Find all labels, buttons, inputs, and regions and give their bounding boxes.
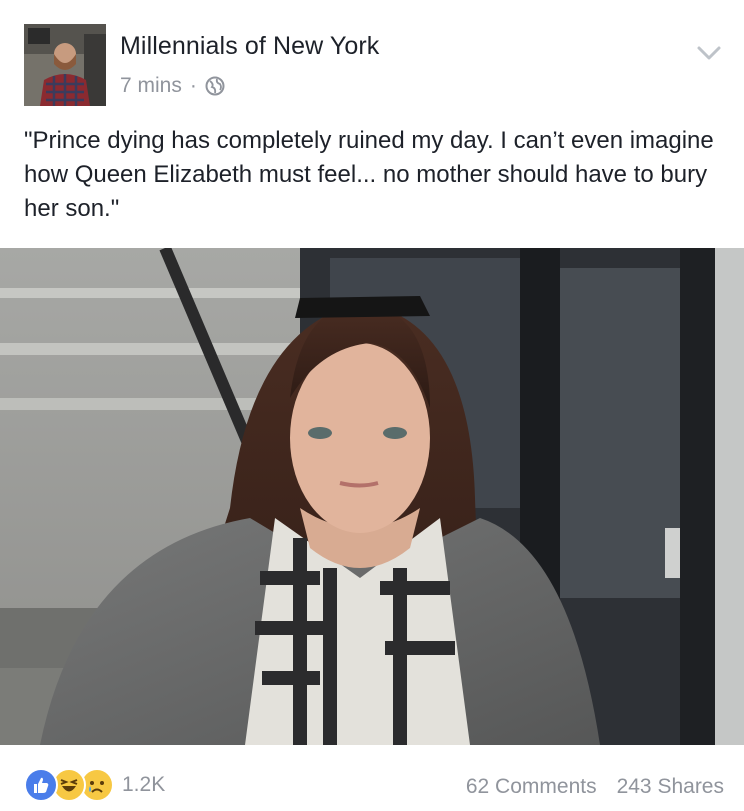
shares-count-link[interactable]: 243 Shares: [617, 775, 724, 799]
post-text: "Prince dying has completely ruined my d…: [24, 127, 714, 222]
post-meta: 7 mins ·: [120, 74, 225, 98]
post-stats: 62 Comments 243 Shares: [466, 775, 724, 799]
post-header: Millennials of New York 7 mins ·: [0, 0, 744, 112]
meta-separator: ·: [189, 74, 197, 97]
page-avatar[interactable]: [24, 24, 106, 106]
post-timestamp[interactable]: 7 mins: [120, 74, 182, 98]
post-footer: 1.2K 62 Comments 243 Shares: [0, 760, 744, 811]
chevron-down-icon[interactable]: [694, 38, 724, 68]
globe-icon: [205, 76, 225, 96]
reactions-summary[interactable]: 1.2K: [24, 768, 165, 802]
comments-count-link[interactable]: 62 Comments: [466, 775, 597, 799]
like-icon: [24, 768, 58, 802]
page-name[interactable]: Millennials of New York: [120, 32, 379, 61]
reaction-count: 1.2K: [122, 773, 166, 796]
post-photo[interactable]: [0, 248, 744, 745]
